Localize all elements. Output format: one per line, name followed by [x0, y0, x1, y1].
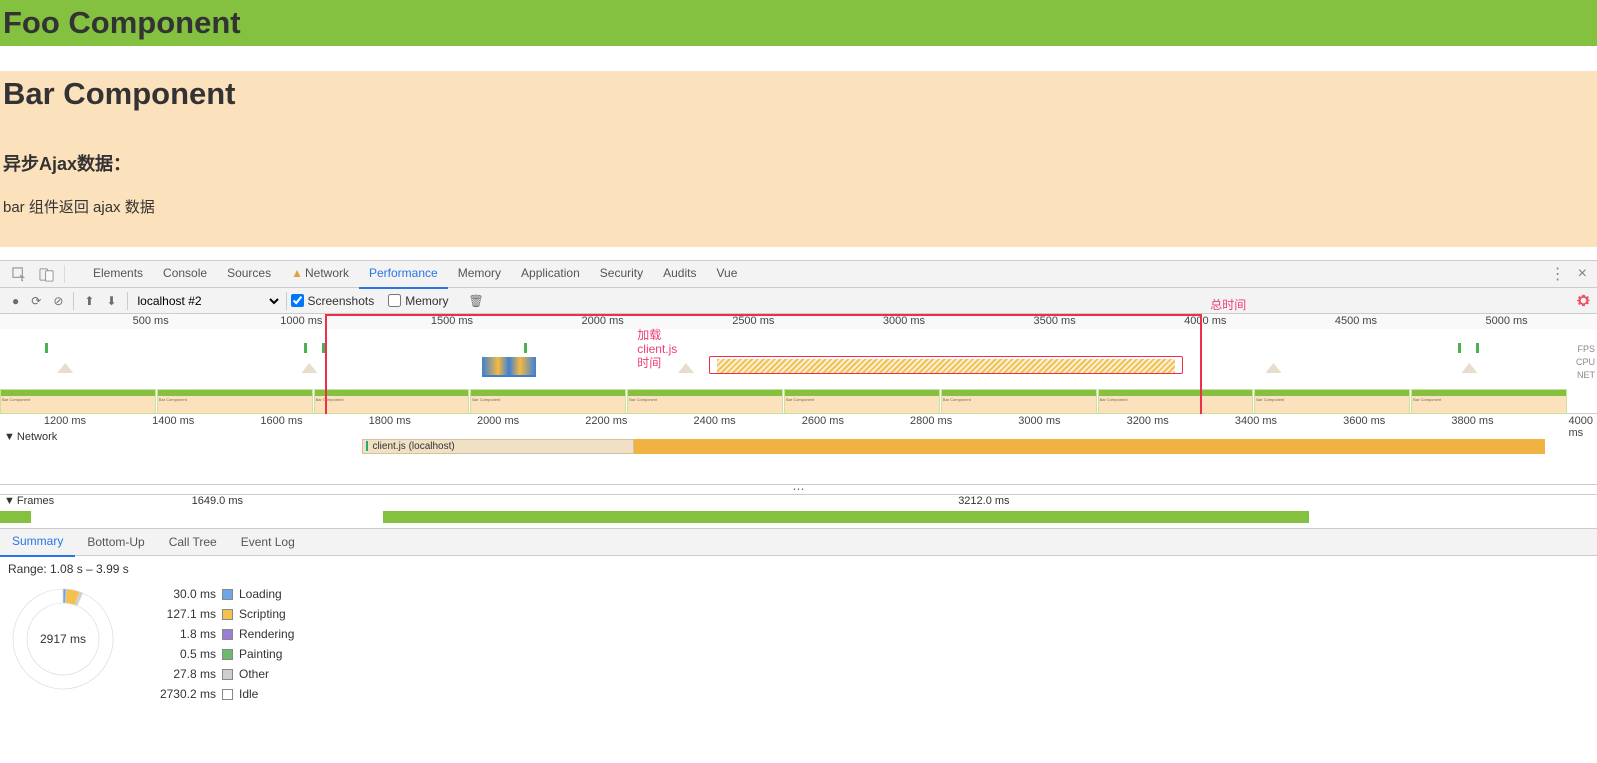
- profile-selector[interactable]: localhost #2: [132, 293, 282, 309]
- page-preview: Foo Component Bar Component 异步Ajax数据： ba…: [0, 0, 1597, 247]
- inspect-icon[interactable]: [12, 267, 27, 282]
- tab-application[interactable]: Application: [511, 260, 590, 289]
- flame-ruler: 1200 ms1400 ms1600 ms1800 ms2000 ms2200 …: [0, 414, 1597, 429]
- tab-audits[interactable]: Audits: [653, 260, 706, 289]
- foo-component: Foo Component: [0, 0, 1597, 46]
- garbage-icon[interactable]: 🗑: [469, 294, 484, 308]
- tab-vue[interactable]: Vue: [706, 260, 747, 289]
- network-track[interactable]: client.js (localhost): [70, 429, 1597, 484]
- tab-memory[interactable]: Memory: [448, 260, 511, 289]
- overview-lane-labels: FPS CPU NET: [1576, 343, 1595, 382]
- separator: [286, 292, 287, 310]
- detail-tab-summary[interactable]: Summary: [0, 528, 75, 557]
- frames-label: ▼Frames: [4, 495, 54, 507]
- detail-tabs: SummaryBottom-UpCall TreeEvent Log: [0, 529, 1597, 556]
- summary-donut-chart: 2917 ms: [8, 584, 118, 694]
- legend-row-idle: 2730.2 msIdle: [148, 684, 294, 704]
- perf-toolbar: ● ⟳ ⊘ ⬆ ⬇ localhost #2 Screenshots Memor…: [0, 288, 1597, 314]
- separator: [64, 265, 79, 283]
- devtools-panel: ElementsConsoleSources▲NetworkPerformanc…: [0, 260, 1597, 724]
- donut-center-value: 2917 ms: [40, 632, 86, 646]
- devtools-tabs: ElementsConsoleSources▲NetworkPerformanc…: [0, 261, 1597, 288]
- network-lane-label[interactable]: ▼Network: [0, 429, 70, 445]
- legend-row-painting: 0.5 msPainting: [148, 644, 294, 664]
- memory-checkbox[interactable]: Memory: [388, 294, 448, 308]
- summary-legend: 30.0 msLoading127.1 msScripting1.8 msRen…: [148, 584, 294, 704]
- tab-console[interactable]: Console: [153, 260, 217, 289]
- tab-sources[interactable]: Sources: [217, 260, 281, 289]
- reload-button[interactable]: ⟳: [31, 294, 41, 308]
- overview-timeline[interactable]: 500 ms1000 ms1500 ms2000 ms2500 ms3000 m…: [0, 314, 1597, 414]
- detail-tab-event-log[interactable]: Event Log: [229, 529, 307, 556]
- device-icon[interactable]: [39, 267, 54, 282]
- save-profile-button[interactable]: ⬇: [106, 294, 116, 308]
- legend-row-scripting: 127.1 msScripting: [148, 604, 294, 624]
- frames-lane[interactable]: ▼Frames 1649.0 ms3212.0 ms: [0, 495, 1597, 529]
- bar-title: Bar Component: [3, 76, 1594, 112]
- close-icon[interactable]: ×: [1578, 265, 1587, 283]
- bar-text: bar 组件返回 ajax 数据: [3, 196, 1594, 217]
- script-exec-bar[interactable]: [634, 439, 1545, 454]
- summary-panel: Range: 1.08 s – 3.99 s 2917 ms 30.0 msLo…: [0, 556, 1597, 724]
- clientjs-request-bar[interactable]: client.js (localhost): [362, 439, 634, 454]
- tab-list: ElementsConsoleSources▲NetworkPerformanc…: [83, 260, 747, 289]
- legend-row-loading: 30.0 msLoading: [148, 584, 294, 604]
- frames-track[interactable]: [0, 511, 1597, 528]
- bar-component: Bar Component 异步Ajax数据： bar 组件返回 ajax 数据: [0, 71, 1597, 247]
- tab-security[interactable]: Security: [590, 260, 653, 289]
- tab-network[interactable]: ▲Network: [281, 260, 359, 289]
- annotation-load-clientjs: 加载 client.js 时间: [637, 328, 677, 370]
- separator: [127, 292, 128, 310]
- bar-subtitle: 异步Ajax数据：: [3, 150, 1594, 176]
- detail-tab-call-tree[interactable]: Call Tree: [157, 529, 229, 556]
- annotation-total-time: 总时间: [1210, 298, 1246, 312]
- tab-elements[interactable]: Elements: [83, 260, 153, 289]
- collapsed-indicator[interactable]: ⋯: [0, 485, 1597, 495]
- flame-chart[interactable]: 1200 ms1400 ms1600 ms1800 ms2000 ms2200 …: [0, 414, 1597, 485]
- legend-row-other: 27.8 msOther: [148, 664, 294, 684]
- more-icon[interactable]: ⋮: [1550, 264, 1564, 284]
- summary-range: Range: 1.08 s – 3.99 s: [8, 562, 1589, 576]
- tab-performance[interactable]: Performance: [359, 260, 448, 289]
- load-profile-button[interactable]: ⬆: [84, 294, 94, 308]
- screenshots-checkbox[interactable]: Screenshots: [291, 294, 375, 308]
- legend-row-rendering: 1.8 msRendering: [148, 624, 294, 644]
- record-button[interactable]: ●: [12, 294, 19, 308]
- clear-button[interactable]: ⊘: [53, 294, 63, 308]
- separator: [73, 292, 74, 310]
- detail-tab-bottom-up[interactable]: Bottom-Up: [75, 529, 156, 556]
- settings-icon[interactable]: [1576, 293, 1591, 308]
